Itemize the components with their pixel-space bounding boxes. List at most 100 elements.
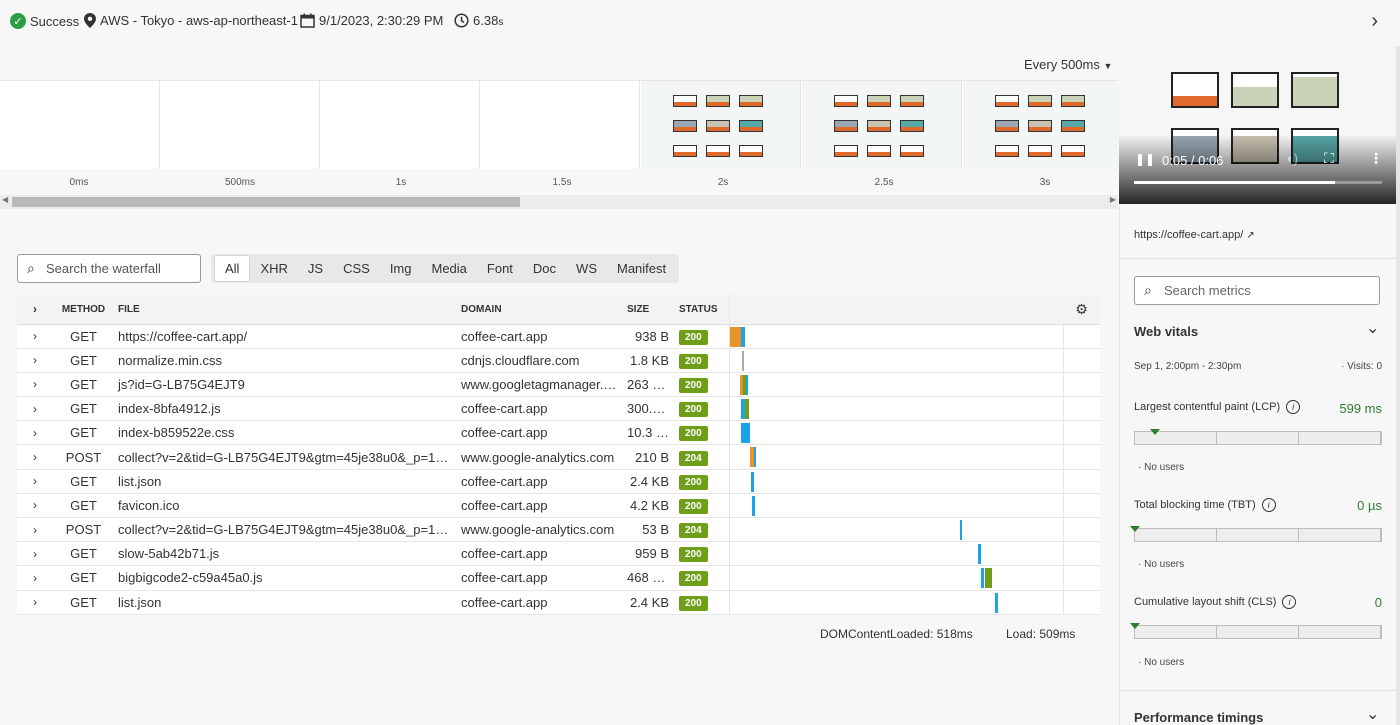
web-vitals-title[interactable]: Web vitals bbox=[1134, 324, 1198, 339]
table-row[interactable]: › GET normalize.min.css cdnjs.cloudflare.co… bbox=[17, 348, 1100, 373]
expand-row-icon[interactable]: › bbox=[17, 372, 53, 398]
check-circle-icon: ✓ bbox=[10, 13, 26, 29]
filter-font[interactable]: Font bbox=[477, 256, 523, 281]
cup-fill bbox=[868, 127, 890, 131]
row-method: GET bbox=[53, 469, 114, 494]
gear-icon[interactable]: ⚙ bbox=[1063, 295, 1100, 325]
scroll-left-icon[interactable]: ◀ bbox=[2, 195, 8, 204]
filmstrip-frame[interactable] bbox=[480, 81, 640, 169]
filter-manifest[interactable]: Manifest bbox=[607, 256, 676, 281]
row-method: GET bbox=[53, 372, 114, 398]
scrollbar-thumb[interactable] bbox=[12, 197, 520, 207]
expand-row-icon[interactable]: › bbox=[17, 444, 53, 470]
filter-xhr[interactable]: XHR bbox=[250, 256, 297, 281]
expand-row-icon[interactable]: › bbox=[17, 396, 53, 422]
table-row[interactable]: › GET js?id=G-LB75G4EJT9 www.googletagmanag… bbox=[17, 372, 1100, 398]
page-url-link[interactable]: https://coffee-cart.app/ ↗ bbox=[1134, 229, 1255, 241]
waterfall-search-input[interactable]: ⌕ Search the waterfall bbox=[17, 254, 201, 283]
column-file[interactable]: FILE bbox=[114, 295, 457, 325]
column-size[interactable]: SIZE bbox=[623, 295, 675, 325]
chevron-right-icon[interactable]: › bbox=[1371, 10, 1378, 33]
performance-timings-title[interactable]: Performance timings bbox=[1134, 710, 1263, 725]
column-status[interactable]: STATUS bbox=[675, 295, 729, 325]
coffee-cup bbox=[1231, 72, 1279, 108]
expand-row-icon[interactable]: › bbox=[17, 469, 53, 494]
chevron-down-icon[interactable]: ⌄ bbox=[1366, 704, 1379, 724]
status-badge: 200 bbox=[679, 353, 708, 369]
cup-fill bbox=[707, 152, 729, 156]
filmstrip-frame-screenshot[interactable] bbox=[802, 81, 962, 169]
filter-doc[interactable]: Doc bbox=[523, 256, 566, 281]
info-icon[interactable]: i bbox=[1261, 498, 1276, 512]
chevron-down-icon[interactable]: ⌄ bbox=[1366, 318, 1379, 338]
calendar-icon bbox=[300, 13, 315, 28]
pause-icon[interactable]: ❚❚ bbox=[1135, 152, 1155, 166]
table-row[interactable]: › GET https://coffee-cart.app/coffee-cart.… bbox=[17, 324, 1100, 349]
timeline-tick: 3s bbox=[1039, 177, 1051, 188]
filmstrip-frame[interactable] bbox=[0, 81, 160, 169]
filter-ws[interactable]: WS bbox=[566, 256, 607, 281]
filmstrip-frame-screenshot[interactable] bbox=[963, 81, 1123, 169]
coffee-cup-thumbnail bbox=[673, 95, 697, 107]
interval-label: Every 500ms bbox=[1024, 57, 1100, 72]
timing-segment bbox=[740, 423, 750, 444]
cup-fill bbox=[901, 102, 923, 106]
filter-all[interactable]: All bbox=[214, 255, 251, 282]
table-row[interactable]: › POST collect?v=2&tid=G-LB75G4EJT9&gtm=45… bbox=[17, 517, 1100, 543]
row-timeline bbox=[728, 444, 1063, 470]
expand-row-icon[interactable]: › bbox=[17, 493, 53, 519]
table-row[interactable]: › GET list.json coffee-cart.app 2.4 KB 200 bbox=[17, 469, 1100, 494]
filmstrip-scrollbar[interactable]: ◀ ▶ bbox=[0, 195, 1118, 209]
table-row[interactable]: › GET favicon.ico coffee-cart.app 4.2 KB 200 bbox=[17, 493, 1100, 519]
filmstrip-frame-screenshot[interactable] bbox=[641, 81, 801, 169]
resource-type-filters: All XHR JS CSS Img Media Font Doc WS Manifest bbox=[211, 254, 680, 283]
info-icon[interactable]: i bbox=[1286, 400, 1301, 414]
table-row[interactable]: › GET slow-5ab42b71.js coffee-cart.app 959 B… bbox=[17, 541, 1100, 567]
panel-scrollbar[interactable] bbox=[1396, 46, 1400, 725]
table-row[interactable]: › GET index-8bfa4912.js coffee-cart.app 300.… bbox=[17, 396, 1100, 422]
row-size: 2.4 KB bbox=[623, 590, 675, 615]
scroll-right-icon[interactable]: ▶ bbox=[1110, 195, 1116, 204]
column-domain[interactable]: DOMAIN bbox=[457, 295, 623, 325]
table-row[interactable]: › POST collect?v=2&tid=G-LB75G4EJT9&gtm=45… bbox=[17, 444, 1100, 470]
search-metrics-input[interactable]: ⌕ Search metrics bbox=[1134, 276, 1380, 305]
row-method: POST bbox=[53, 444, 114, 470]
filter-img[interactable]: Img bbox=[380, 256, 422, 281]
row-spacer bbox=[1062, 420, 1100, 446]
table-row[interactable]: › GET bigbigcode2-c59a45a0.js coffee-cart.a… bbox=[17, 565, 1100, 591]
timing-segment bbox=[751, 495, 755, 516]
status-badge: 204 bbox=[679, 450, 708, 466]
expand-row-icon[interactable]: › bbox=[17, 590, 53, 615]
expand-row-icon[interactable]: › bbox=[17, 565, 53, 591]
table-row[interactable]: › GET list.json coffee-cart.app 2.4 KB 200 bbox=[17, 590, 1100, 615]
timing-segment bbox=[750, 471, 754, 492]
expand-row-icon[interactable]: › bbox=[17, 348, 53, 373]
filter-js[interactable]: JS bbox=[298, 256, 333, 281]
row-domain: coffee-cart.app bbox=[457, 541, 623, 567]
table-row[interactable]: › GET index-b859522e.css coffee-cart.app 10.… bbox=[17, 420, 1100, 446]
video-progress-bar[interactable] bbox=[1134, 181, 1382, 184]
status-indicator: ✓ Success bbox=[10, 13, 79, 29]
expand-row-icon[interactable]: › bbox=[17, 517, 53, 543]
filmstrip-frame[interactable] bbox=[160, 81, 320, 169]
video-time: 0:05 / 0:06 bbox=[1162, 153, 1224, 168]
timeline-tick: 0ms bbox=[69, 177, 89, 188]
more-options-icon[interactable]: ⋮ bbox=[1369, 150, 1383, 167]
expand-row-icon[interactable]: › bbox=[17, 420, 53, 446]
coffee-cup-thumbnail bbox=[834, 145, 858, 157]
row-file: https://coffee-cart.app/ bbox=[114, 324, 457, 349]
volume-icon[interactable]: ◖) bbox=[1285, 150, 1298, 166]
expand-row-icon[interactable]: › bbox=[17, 324, 53, 349]
coffee-cup-thumbnail bbox=[673, 145, 697, 157]
filter-media[interactable]: Media bbox=[421, 256, 476, 281]
info-icon[interactable]: i bbox=[1282, 595, 1297, 609]
row-file: slow-5ab42b71.js bbox=[114, 541, 457, 567]
expand-all-icon[interactable]: › bbox=[17, 295, 53, 325]
filter-css[interactable]: CSS bbox=[333, 256, 380, 281]
filmstrip-frame[interactable] bbox=[320, 81, 480, 169]
expand-row-icon[interactable]: › bbox=[17, 541, 53, 567]
fullscreen-icon[interactable]: ⛶ bbox=[1324, 150, 1334, 167]
interval-select[interactable]: Every 500ms ▼ bbox=[1024, 57, 1112, 72]
timeline-tick: 1.5s bbox=[552, 177, 572, 188]
column-method[interactable]: METHOD bbox=[53, 295, 114, 325]
